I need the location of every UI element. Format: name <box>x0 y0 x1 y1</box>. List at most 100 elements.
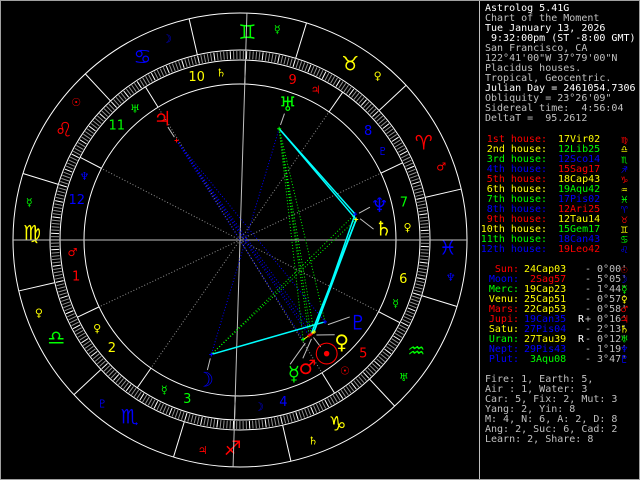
sign-pis-icon: ♓ <box>439 235 457 259</box>
degree-tick <box>307 407 312 416</box>
sign-ruler-icon: ♀ <box>35 307 43 320</box>
saturn-glyph-icon: ♄ <box>375 216 393 240</box>
sign-icon: ♌ <box>621 243 628 256</box>
degree-tick <box>310 65 315 74</box>
planet-leader-line <box>358 206 371 214</box>
degree-tick <box>304 63 309 72</box>
degree-tick <box>396 145 404 151</box>
planet-name: Plut: <box>488 354 519 365</box>
planet-leader-line <box>327 316 350 326</box>
degree-tick <box>55 196 64 200</box>
degree-tick <box>418 267 427 271</box>
sign-ruler-icon: ♅ <box>399 371 409 384</box>
degree-tick <box>168 64 173 73</box>
degree-tick <box>77 142 86 148</box>
sign-boundary <box>22 173 59 185</box>
degree-tick <box>136 391 142 399</box>
degree-tick <box>61 298 69 302</box>
degree-tick <box>57 190 66 194</box>
degree-tick <box>416 197 425 200</box>
degree-tick <box>53 270 62 274</box>
degree-tick <box>388 131 396 137</box>
house-number: 6 <box>399 272 407 287</box>
degree-tick <box>286 57 290 66</box>
degree-tick <box>56 193 65 197</box>
degree-tick <box>209 418 213 427</box>
degree-tick <box>139 79 145 87</box>
degree-tick <box>206 53 210 62</box>
degree-tick <box>292 412 296 421</box>
degree-tick <box>298 411 302 419</box>
degree-tick <box>405 162 413 167</box>
degree-tick <box>55 280 64 283</box>
degree-tick <box>327 398 332 406</box>
degree-tick <box>343 84 349 93</box>
house-number: 9 <box>289 73 297 88</box>
house-ruler-icon: ♂ <box>68 246 78 259</box>
degree-tick <box>403 316 412 321</box>
degree-tick <box>283 415 287 424</box>
degree-tick <box>200 55 203 64</box>
degree-tick <box>162 405 167 413</box>
house-number: 3 <box>183 392 191 407</box>
house-cusp-line <box>378 311 401 324</box>
degree-tick <box>418 271 427 274</box>
degree-tick <box>286 414 290 423</box>
degree-tick <box>174 62 179 71</box>
degree-tick <box>145 76 151 84</box>
sign-boundary <box>378 84 407 111</box>
degree-tick <box>255 51 258 60</box>
house-ruler-icon: ♄ <box>216 67 226 80</box>
degree-tick <box>408 304 417 309</box>
degree-tick <box>153 71 159 79</box>
degree-tick <box>406 310 415 315</box>
sign-boundary <box>369 378 396 407</box>
sign-cap-icon: ♑ <box>329 412 347 436</box>
degree-tick <box>318 402 324 411</box>
degree-tick <box>267 418 270 427</box>
degree-tick <box>277 55 280 64</box>
degree-tick <box>332 394 338 403</box>
moon-glyph-icon: ☽ <box>196 368 214 392</box>
degree-tick <box>168 407 173 416</box>
degree-tick <box>412 184 421 188</box>
degree-tick <box>68 159 77 164</box>
house-cusp-list: 1st house: 17Vir02 ♍ 2nd house: 12Lib25 ♎ 3rd … <box>481 134 637 256</box>
degree-tick <box>213 419 216 428</box>
sign-boundary <box>425 188 462 198</box>
degree-tick <box>409 301 418 306</box>
summary-line: Learn: 2, Share: 8 <box>485 434 594 445</box>
degree-tick <box>419 219 429 222</box>
degree-tick <box>418 206 427 210</box>
degree-tick <box>419 264 428 267</box>
degree-tick <box>413 187 422 191</box>
degree-tick <box>252 51 254 60</box>
degree-tick <box>391 338 399 344</box>
degree-tick <box>350 382 357 390</box>
degree-tick <box>60 181 69 185</box>
degree-tick <box>277 416 280 425</box>
degree-tick <box>86 345 94 352</box>
degree-tick <box>142 77 148 86</box>
degree-tick <box>150 399 156 408</box>
sign-vir-icon: ♍ <box>23 221 41 245</box>
retrograde-flag: R <box>578 314 585 325</box>
degree-tick <box>128 86 135 94</box>
degree-tick <box>419 258 429 261</box>
degree-tick <box>420 255 429 258</box>
degree-tick <box>60 295 68 299</box>
degree-tick <box>255 420 257 429</box>
house-cusp-inner <box>101 167 241 241</box>
degree-tick <box>171 63 176 72</box>
degree-tick <box>171 408 176 417</box>
house-number: 8 <box>364 124 372 139</box>
degree-tick <box>63 304 72 309</box>
sign-ruler-icon: ♇ <box>97 397 107 410</box>
chart-wheel[interactable]: ♈♂♉♀♊ ☿♋☽♌☉♍☿♎♀♏♇♐♃♑♄♒♅♓♆1♂2♀3☿4☽5☉6☿7♀8♇… <box>0 0 480 480</box>
degree-tick <box>324 72 330 81</box>
degree-tick <box>414 190 423 194</box>
degree-tick <box>258 51 261 61</box>
sign-boundary <box>188 18 198 55</box>
degree-tick <box>71 153 80 159</box>
degree-tick <box>301 409 306 418</box>
